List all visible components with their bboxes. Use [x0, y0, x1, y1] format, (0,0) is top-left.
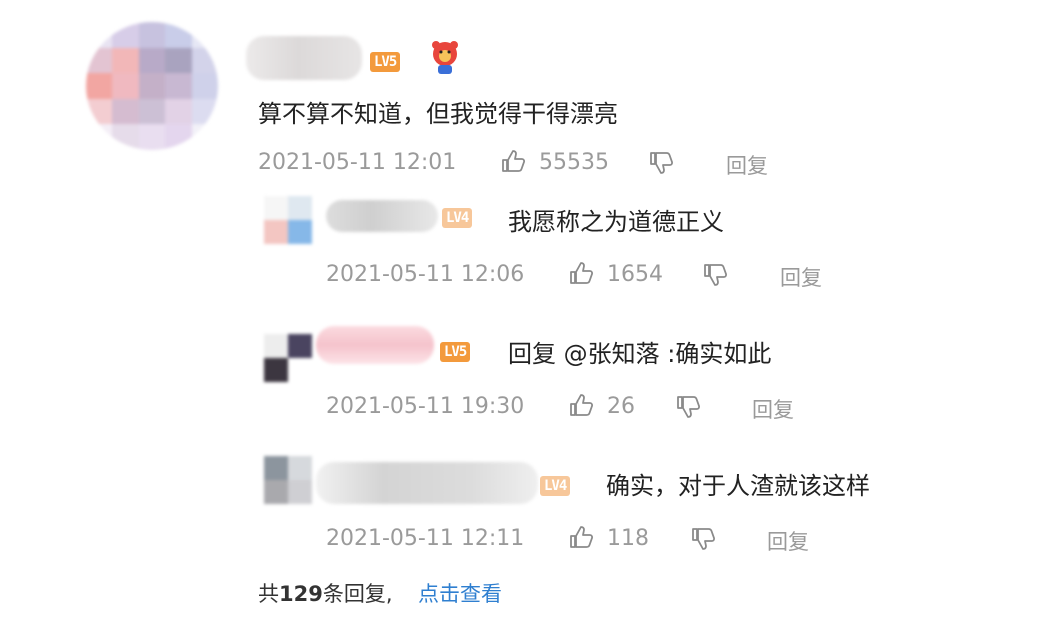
- thumbs-up-icon[interactable]: [568, 392, 594, 418]
- like-count: 1654: [607, 262, 663, 287]
- bear-badge-icon: [432, 41, 458, 74]
- reply-button[interactable]: 回复: [780, 262, 822, 292]
- reply-username-blurred[interactable]: [316, 326, 434, 364]
- level-badge: LV4: [540, 476, 571, 496]
- reply-count-summary: 共129条回复,: [258, 578, 393, 608]
- level-badge: LV4: [442, 208, 473, 228]
- reply-button[interactable]: 回复: [726, 150, 768, 180]
- comment-time: 2021-05-11 12:01: [258, 150, 457, 175]
- reply-count-number: 129: [279, 582, 323, 606]
- thumbs-down-icon[interactable]: [690, 526, 716, 552]
- username-blurred[interactable]: [246, 36, 362, 80]
- reply-username-blurred[interactable]: [326, 200, 438, 232]
- reply-time: 2021-05-11 12:11: [326, 526, 525, 551]
- reply-text: 我愿称之为道德正义: [508, 208, 724, 236]
- reply-avatar[interactable]: [264, 334, 312, 382]
- reply-button[interactable]: 回复: [767, 526, 809, 556]
- reply-button[interactable]: 回复: [752, 394, 794, 424]
- reply-time: 2021-05-11 12:06: [326, 262, 525, 287]
- thumbs-up-icon[interactable]: [500, 148, 526, 174]
- reply-time: 2021-05-11 19:30: [326, 394, 525, 419]
- reply-avatar[interactable]: [264, 196, 312, 244]
- reply-username-blurred[interactable]: [316, 462, 538, 504]
- thumbs-down-icon[interactable]: [648, 150, 674, 176]
- reply-avatar[interactable]: [264, 456, 312, 504]
- reply-count-suffix: 条回复,: [322, 582, 393, 606]
- level-badge: LV5: [440, 342, 471, 362]
- like-count: 26: [607, 394, 635, 419]
- comment-text: 算不算不知道，但我觉得干得漂亮: [258, 100, 618, 128]
- like-count: 118: [607, 526, 649, 551]
- reply-text: 确实，对于人渣就该这样: [606, 472, 870, 500]
- reply-count-prefix: 共: [258, 582, 279, 606]
- thumbs-down-icon[interactable]: [675, 394, 701, 420]
- thumbs-up-icon[interactable]: [568, 524, 594, 550]
- avatar[interactable]: [86, 22, 218, 150]
- level-badge: LV5: [370, 52, 401, 72]
- thumbs-down-icon[interactable]: [702, 262, 728, 288]
- thumbs-up-icon[interactable]: [568, 260, 594, 286]
- like-count: 55535: [539, 150, 609, 175]
- view-replies-link[interactable]: 点击查看: [418, 578, 502, 608]
- reply-text: 回复 @张知落 :确实如此: [508, 340, 772, 368]
